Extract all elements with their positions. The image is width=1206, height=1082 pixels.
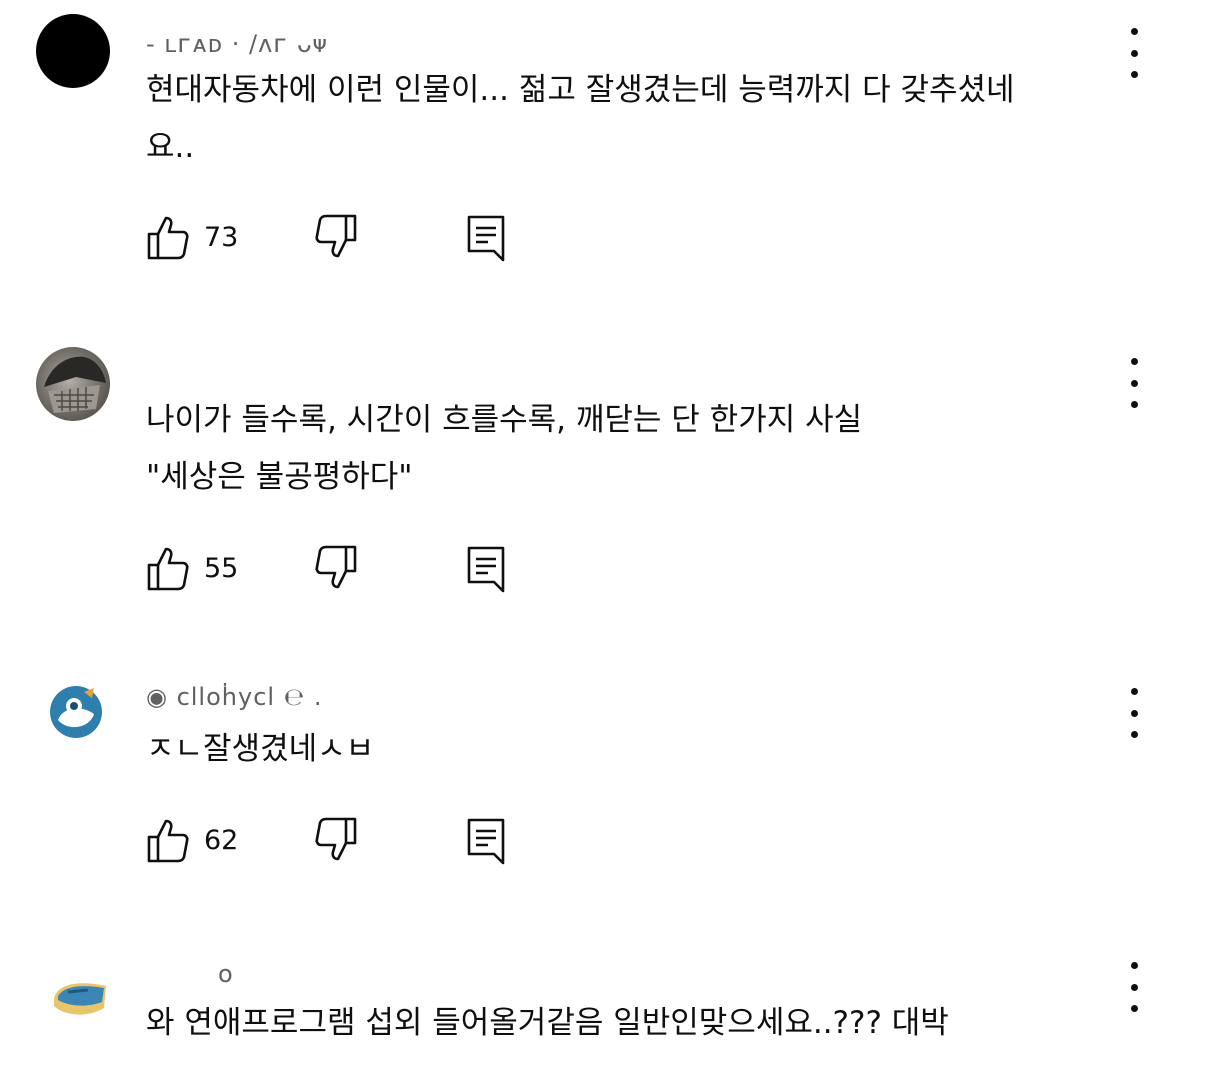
more-dot-icon — [1130, 49, 1138, 57]
more-options-button[interactable] — [1118, 28, 1150, 78]
reply-comment-icon — [467, 818, 505, 865]
more-dot-icon — [1130, 71, 1138, 78]
more-options-button[interactable] — [1118, 688, 1150, 738]
dislike-button[interactable] — [314, 214, 358, 260]
more-dot-icon — [1130, 401, 1138, 408]
reply-button[interactable] — [466, 214, 506, 262]
like-button[interactable]: 73 — [146, 214, 238, 260]
thumbs-down-icon — [315, 545, 357, 589]
dislike-button[interactable] — [314, 545, 358, 591]
reply-button[interactable] — [466, 817, 506, 865]
more-dot-icon — [1130, 983, 1138, 991]
dislike-button[interactable] — [314, 817, 358, 863]
avatar-image — [54, 983, 106, 1015]
like-count: 73 — [204, 221, 239, 253]
reply-comment-icon — [467, 215, 505, 262]
comment-author[interactable]: ◉ clloḣycl ℮ . — [146, 683, 322, 711]
avatar[interactable] — [36, 347, 110, 421]
thumbs-up-icon — [147, 819, 189, 863]
more-dot-icon — [1130, 688, 1138, 695]
more-dot-icon — [1130, 709, 1138, 717]
comment-text: 나이가 들수록, 시간이 흐를수록, 깨닫는 단 한가지 사실 "세상은 불공평… — [146, 402, 863, 495]
more-dot-icon — [1130, 358, 1138, 365]
more-dot-icon — [1130, 28, 1138, 35]
more-options-button[interactable] — [1118, 962, 1150, 1012]
thumbs-down-icon — [315, 817, 357, 861]
comment-text: 와 연애프로그램 섭외 들어올거같음 일반인맞으세요..??? 대박 — [146, 1005, 949, 1041]
thumbs-down-icon — [315, 214, 357, 258]
reply-comment-icon — [467, 546, 505, 593]
like-count: 62 — [204, 824, 239, 856]
like-button[interactable]: 62 — [146, 817, 238, 863]
more-dot-icon — [1130, 962, 1138, 969]
thumbs-up-icon — [147, 547, 189, 591]
comment-author[interactable]: o — [218, 960, 234, 988]
avatar-image — [44, 356, 106, 413]
more-dot-icon — [1130, 379, 1138, 387]
comment-text: ㅈㄴ잘생겼네ㅅㅂ — [146, 731, 375, 767]
avatar[interactable] — [48, 962, 112, 1026]
comment-author[interactable]: - ʟᴦᴀᴅ · /ᴧᴦ ᴗᴪ — [146, 30, 328, 58]
like-count: 55 — [204, 552, 239, 584]
avatar[interactable] — [44, 680, 108, 744]
avatar[interactable] — [36, 14, 110, 88]
more-options-button[interactable] — [1118, 358, 1150, 408]
reply-button[interactable] — [466, 545, 506, 593]
comment-text: 현대자동차에 이런 인물이... 젊고 잘생겼는데 능력까지 다 갖추셨네 요.… — [146, 72, 1015, 165]
avatar-image — [50, 686, 102, 738]
more-dot-icon — [1130, 1005, 1138, 1012]
thumbs-up-icon — [147, 216, 189, 260]
more-dot-icon — [1130, 731, 1138, 738]
like-button[interactable]: 55 — [146, 545, 238, 591]
